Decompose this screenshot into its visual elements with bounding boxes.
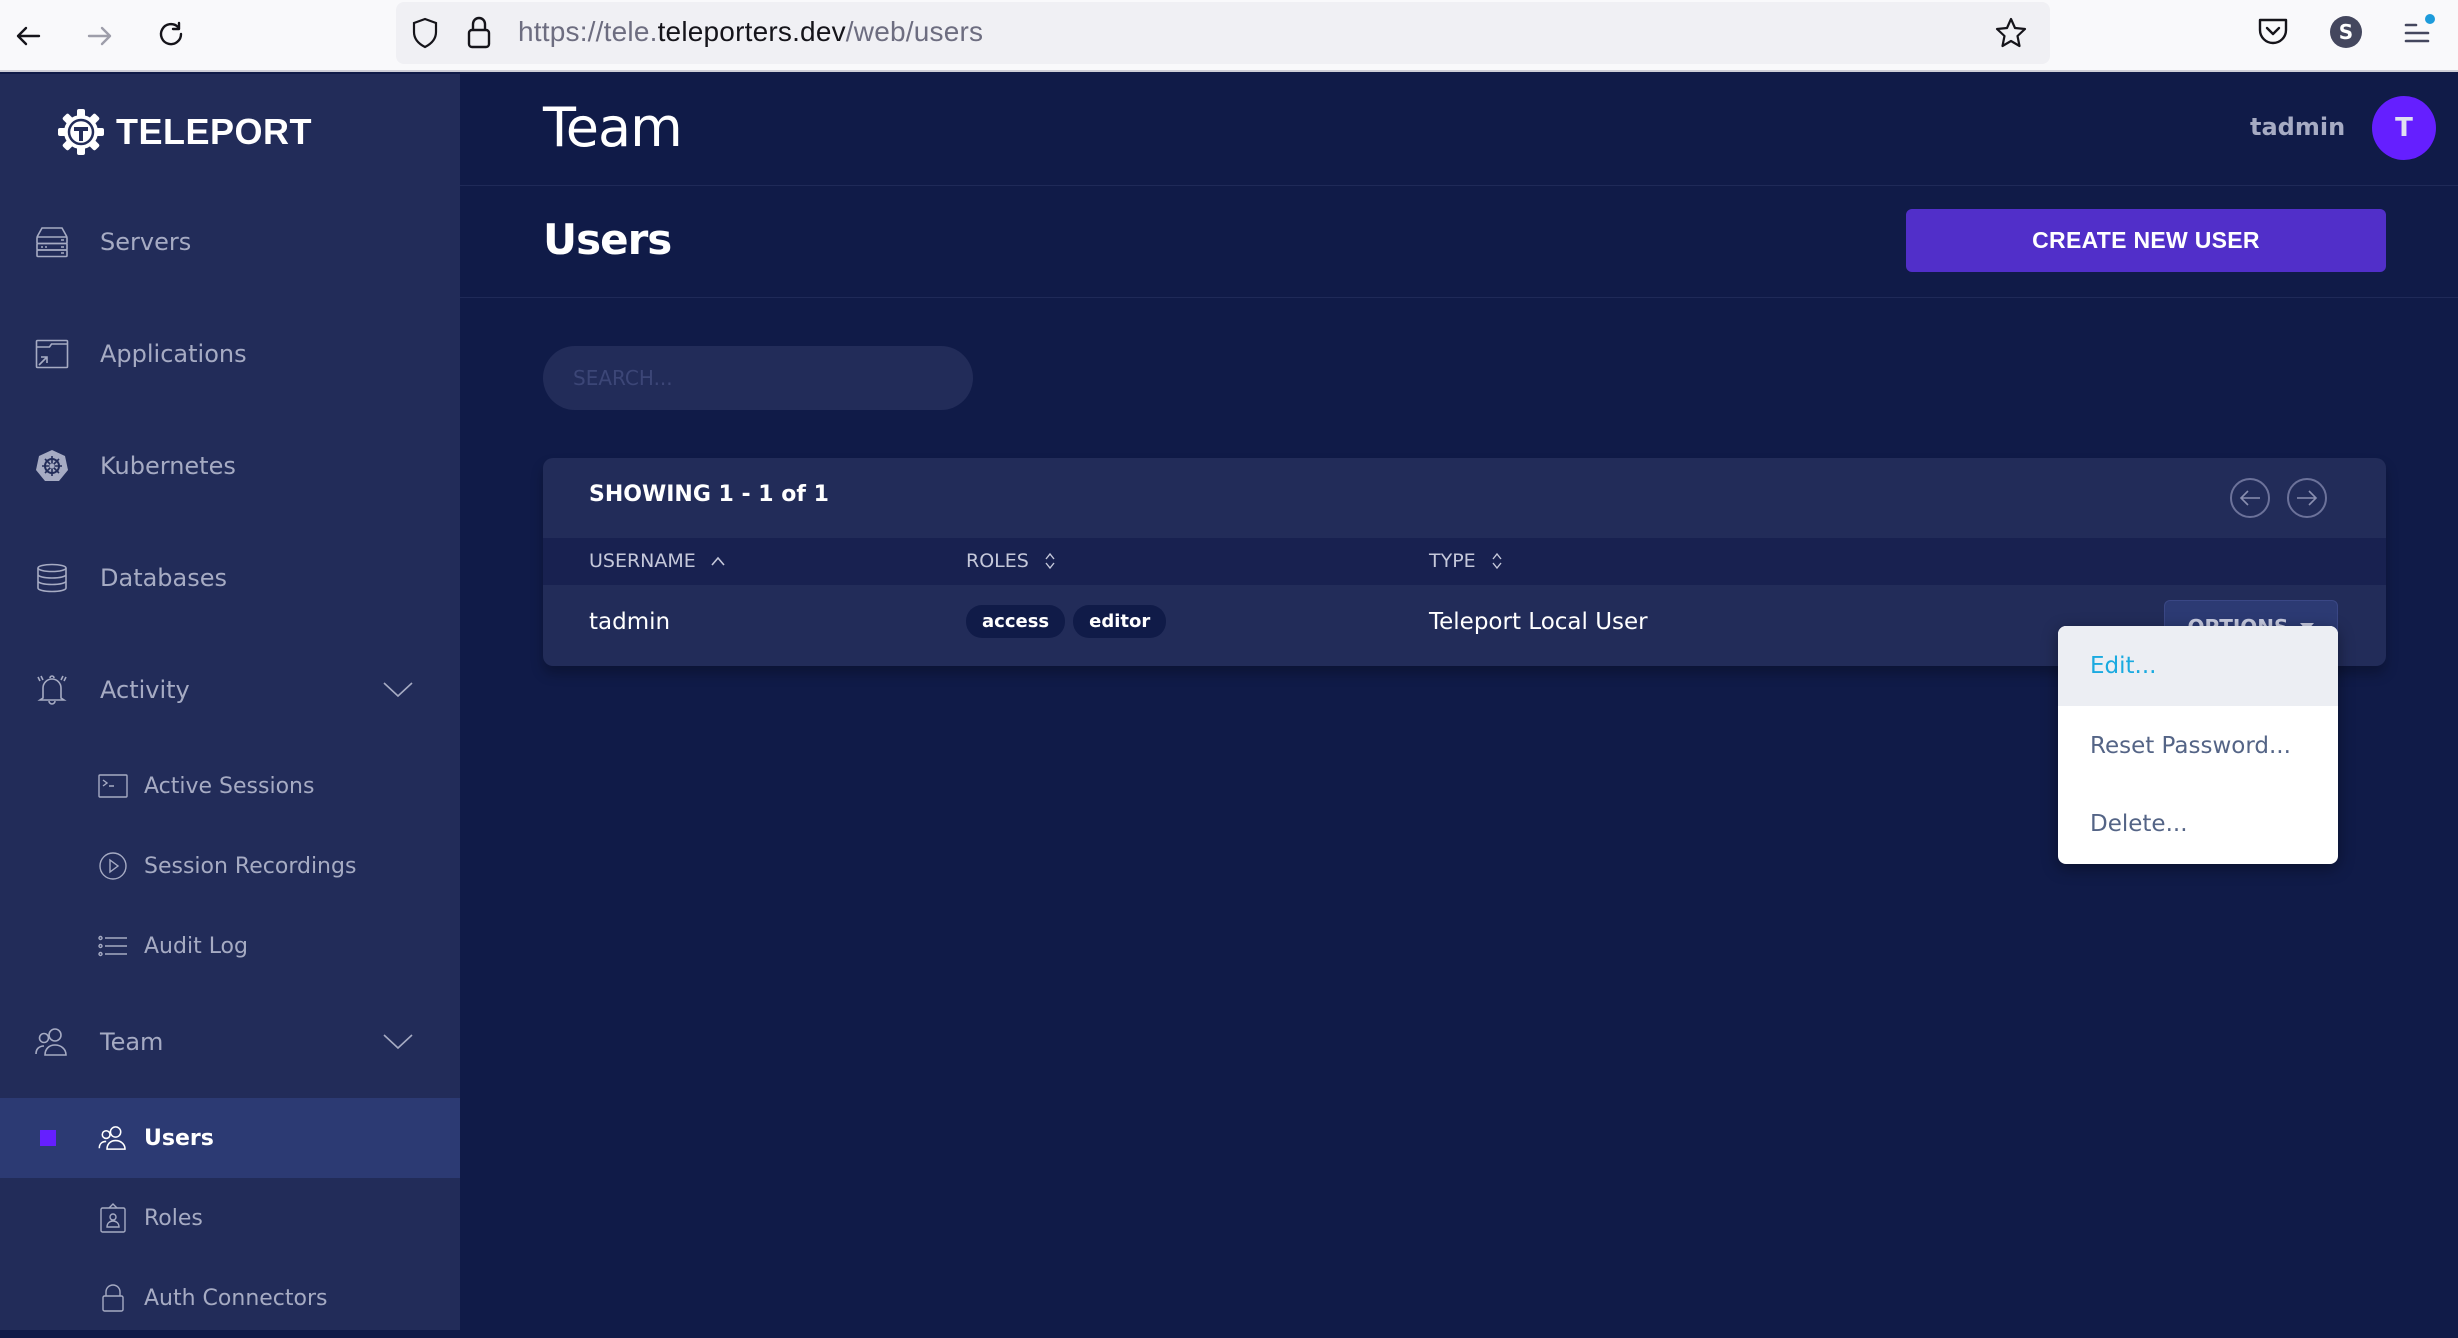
url-prefix: https://tele.	[518, 16, 658, 47]
column-header-username[interactable]: USERNAME	[589, 550, 726, 572]
options-menu: Edit... Reset Password... Delete...	[2058, 626, 2338, 864]
profile-avatar[interactable]: S	[2330, 16, 2362, 48]
create-new-user-button[interactable]: CREATE NEW USER	[1906, 209, 2386, 272]
sidebar-item-label: Session Recordings	[144, 853, 357, 879]
column-header-roles[interactable]: ROLES	[966, 550, 1057, 572]
sidebar-item-applications[interactable]: Applications	[0, 314, 460, 394]
current-username[interactable]: tadmin	[2250, 113, 2345, 141]
url-host: teleporters.dev	[657, 16, 846, 47]
showing-range: 1 - 1 of 1	[718, 482, 829, 507]
sidebar-item-audit-log[interactable]: Audit Log	[0, 906, 460, 986]
arrow-left-icon	[2239, 490, 2260, 506]
pagination-summary: SHOWING 1 - 1 of 1	[589, 482, 829, 507]
sidebar-item-label: Auth Connectors	[144, 1285, 328, 1311]
role-pill: editor	[1073, 605, 1167, 638]
application-icon	[34, 336, 70, 372]
sidebar-item-servers[interactable]: Servers	[0, 202, 460, 282]
showing-label: SHOWING	[589, 482, 719, 507]
section-divider	[460, 297, 2458, 298]
brand-name: TELEPORT	[116, 111, 313, 152]
sidebar-item-session-recordings[interactable]: Session Recordings	[0, 826, 460, 906]
sidebar-item-label: Servers	[100, 228, 192, 256]
user-avatar[interactable]: T	[2372, 96, 2436, 160]
bookmark-star-icon[interactable]	[1994, 16, 2028, 50]
arrow-right-icon	[87, 26, 112, 46]
section-title: Users	[543, 215, 672, 264]
hamburger-menu-icon	[2404, 14, 2435, 43]
sidebar-item-kubernetes[interactable]: Kubernetes	[0, 426, 460, 506]
role-pill: access	[966, 605, 1066, 638]
play-icon	[98, 851, 128, 881]
sidebar-item-active-sessions[interactable]: Active Sessions	[0, 746, 460, 826]
sort-icon	[1492, 552, 1502, 570]
back-button[interactable]	[6, 14, 50, 58]
bell-icon	[34, 672, 70, 708]
teleport-logo[interactable]: TELEPORT	[58, 104, 312, 160]
url-bar[interactable]: https://tele.teleporters.dev/web/users	[396, 2, 2050, 64]
menu-item-reset-password[interactable]: Reset Password...	[2058, 706, 2338, 786]
sidebar-item-databases[interactable]: Databases	[0, 538, 460, 618]
column-header-type[interactable]: TYPE	[1429, 550, 1504, 572]
chevron-down-icon[interactable]	[382, 1032, 414, 1052]
shield-icon	[412, 17, 438, 49]
table-header: USERNAME ROLES TYPE	[543, 538, 2386, 585]
sidebar-item-label: Team	[100, 1028, 164, 1056]
cell-type: Teleport Local User	[1429, 609, 1648, 635]
cell-username: tadmin	[589, 609, 671, 635]
sidebar-item-auth-connectors[interactable]: Auth Connectors	[0, 1258, 460, 1338]
page-title: Team	[543, 96, 683, 159]
sidebar-item-label: Activity	[100, 676, 190, 704]
server-icon	[34, 224, 70, 260]
database-icon	[34, 560, 70, 596]
sort-icon	[1045, 552, 1055, 570]
lock-icon	[467, 16, 491, 49]
column-label: ROLES	[966, 550, 1029, 572]
sidebar-item-label: Active Sessions	[144, 773, 315, 799]
forward-button[interactable]	[78, 14, 122, 58]
badge-icon	[98, 1203, 128, 1233]
chevron-down-icon[interactable]	[382, 680, 414, 700]
users-icon	[98, 1123, 128, 1153]
prev-page-button[interactable]	[2230, 478, 2270, 518]
avatar-initial: T	[2395, 113, 2413, 143]
search-input[interactable]	[543, 346, 973, 410]
arrow-left-icon	[16, 26, 41, 46]
header-divider	[460, 185, 2458, 186]
sidebar-item-roles[interactable]: Roles	[0, 1178, 460, 1258]
lock-icon	[98, 1283, 128, 1313]
terminal-icon	[98, 771, 128, 801]
sidebar: TELEPORT Servers Applications Kubernetes…	[0, 74, 460, 1330]
kubernetes-icon	[34, 448, 70, 484]
arrow-right-icon	[2297, 490, 2318, 506]
menu-item-edit[interactable]: Edit...	[2058, 626, 2338, 706]
sidebar-item-team[interactable]: Team	[0, 1002, 460, 1082]
app-menu-button[interactable]	[2400, 12, 2440, 52]
profile-initial: S	[2338, 20, 2354, 44]
users-icon	[34, 1024, 70, 1060]
sidebar-item-label: Databases	[100, 564, 228, 592]
menu-item-delete[interactable]: Delete...	[2058, 784, 2338, 864]
sidebar-item-label: Kubernetes	[100, 452, 236, 480]
column-label: TYPE	[1429, 550, 1476, 572]
sidebar-item-label: Roles	[144, 1205, 203, 1231]
sidebar-item-users[interactable]: Users	[0, 1098, 460, 1178]
teleport-gear-icon	[58, 109, 104, 155]
sidebar-item-label: Applications	[100, 340, 247, 368]
list-icon	[98, 931, 128, 961]
sidebar-item-activity[interactable]: Activity	[0, 650, 460, 730]
column-label: USERNAME	[589, 550, 696, 572]
url-path: /web/users	[845, 16, 984, 47]
sort-asc-icon	[711, 556, 725, 566]
cell-roles: access editor	[966, 605, 1174, 638]
pocket-icon[interactable]	[2256, 16, 2290, 48]
reload-button[interactable]	[150, 14, 194, 58]
reload-icon	[159, 21, 183, 46]
sidebar-item-label: Users	[144, 1125, 214, 1151]
browser-toolbar: https://tele.teleporters.dev/web/users S	[0, 0, 2458, 72]
url-text[interactable]: https://tele.teleporters.dev/web/users	[518, 16, 983, 48]
next-page-button[interactable]	[2287, 478, 2327, 518]
active-indicator	[40, 1130, 56, 1146]
sidebar-item-label: Audit Log	[144, 933, 248, 959]
